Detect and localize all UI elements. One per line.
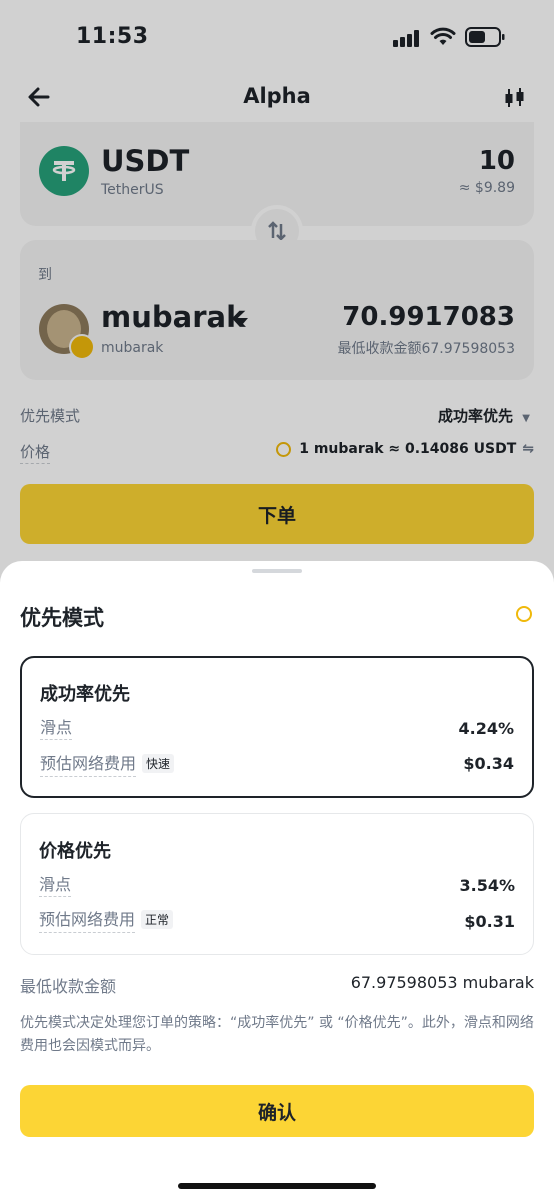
option-price-priority[interactable]: 价格优先 滑点 3.54% 预估网络费用 正常 $0.31 [20, 813, 534, 955]
fee-label-text: 预估网络费用 [40, 750, 137, 777]
slippage-value: 4.24% [458, 719, 514, 738]
slippage-label-text: 滑点 [40, 718, 73, 740]
loading-ring-icon [516, 606, 532, 622]
slippage-label-text: 滑点 [39, 875, 72, 897]
fee-value: $0.31 [464, 912, 515, 931]
sheet-drag-handle[interactable] [252, 569, 302, 573]
slippage-value: 3.54% [459, 876, 515, 895]
option-success-rate[interactable]: 成功率优先 滑点 4.24% 预估网络费用 快速 $0.34 [20, 656, 534, 798]
fee-label: 预估网络费用 快速 [40, 750, 175, 777]
min-receive-label: 最低收款金额 [20, 977, 117, 996]
home-indicator[interactable] [178, 1183, 376, 1189]
fee-label: 预估网络费用 正常 [39, 906, 174, 933]
option-title: 成功率优先 [40, 684, 130, 705]
min-receive-value: 67.97598053 mubarak [350, 973, 534, 992]
slippage-label: 滑点 [40, 714, 73, 740]
confirm-button[interactable]: 确认 [20, 1085, 534, 1137]
fee-speed-tag: 快速 [142, 754, 175, 773]
slippage-label: 滑点 [39, 871, 72, 897]
priority-description: 优先模式决定处理您订单的策略：“成功率优先” 或 “价格优先”。此外，滑点和网络… [20, 1015, 534, 1054]
fee-label-text: 预估网络费用 [39, 906, 136, 933]
fee-speed-tag: 正常 [141, 910, 174, 929]
fee-value: $0.34 [463, 754, 514, 773]
sheet-title: 优先模式 [20, 606, 104, 630]
option-title: 价格优先 [39, 841, 111, 862]
